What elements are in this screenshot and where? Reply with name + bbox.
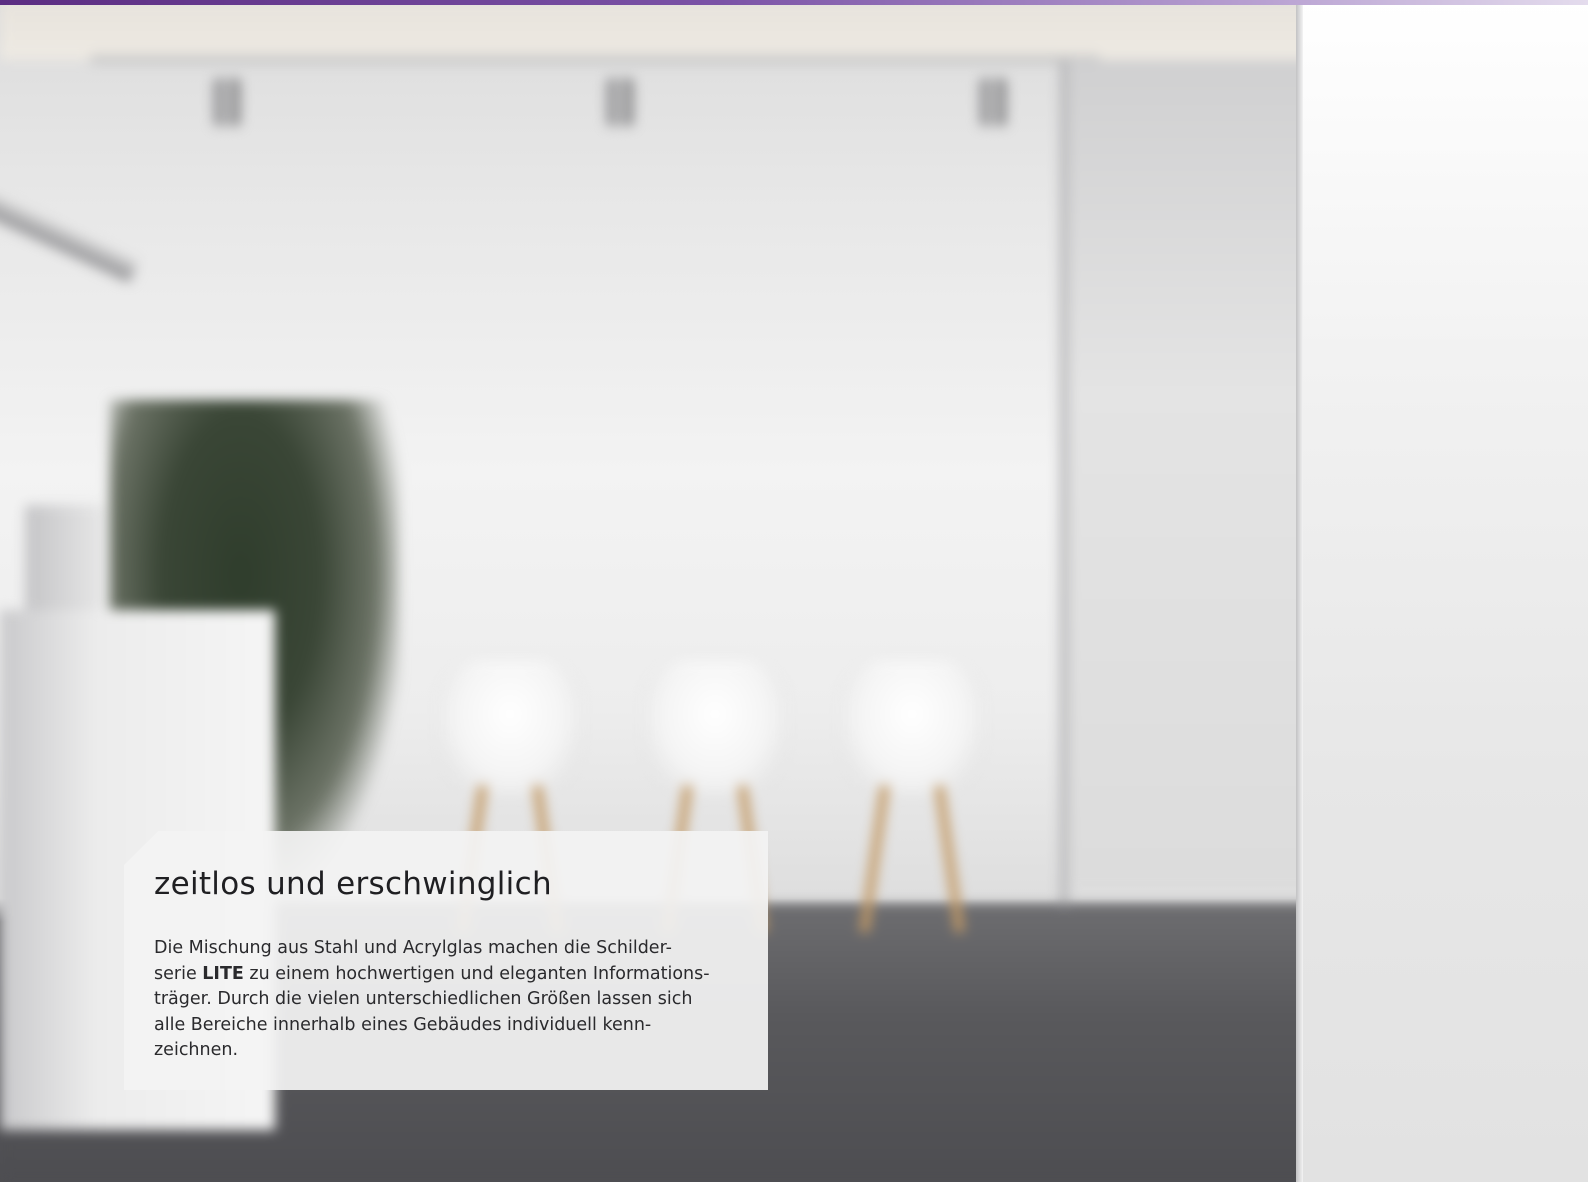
product-name: LITE [202, 963, 244, 984]
ceiling [0, 0, 1312, 60]
body-line: Die Mischung aus Stahl und Acrylglas mac… [154, 938, 672, 958]
body-line: träger. Durch die vielen unterschiedlich… [154, 989, 693, 1009]
accent-bar [0, 0, 1588, 5]
panel-edge [1296, 0, 1303, 1182]
card-title: zeitlos und erschwinglich [154, 866, 552, 902]
back-wall [1065, 60, 1312, 890]
ceiling-spotlight [214, 78, 240, 126]
monitor [25, 505, 105, 620]
wall-edge [1060, 60, 1068, 920]
light-rail [90, 55, 1100, 64]
body-line: serie LITE zu einem hochwertigen und ele… [154, 963, 710, 984]
pendant-lamp [0, 191, 139, 283]
side-panel [1303, 0, 1588, 1182]
info-card: zeitlos und erschwinglich Die Mischung a… [124, 831, 768, 1090]
ceiling-spotlight [607, 78, 633, 126]
body-line: alle Bereiche innerhalb eines Gebäudes i… [154, 1014, 652, 1035]
body-line: zeichnen. [154, 1040, 239, 1060]
card-body: Die Mischung aus Stahl und Acrylglas mac… [154, 936, 738, 1064]
ceiling-spotlight [980, 78, 1006, 126]
chair [842, 660, 982, 935]
